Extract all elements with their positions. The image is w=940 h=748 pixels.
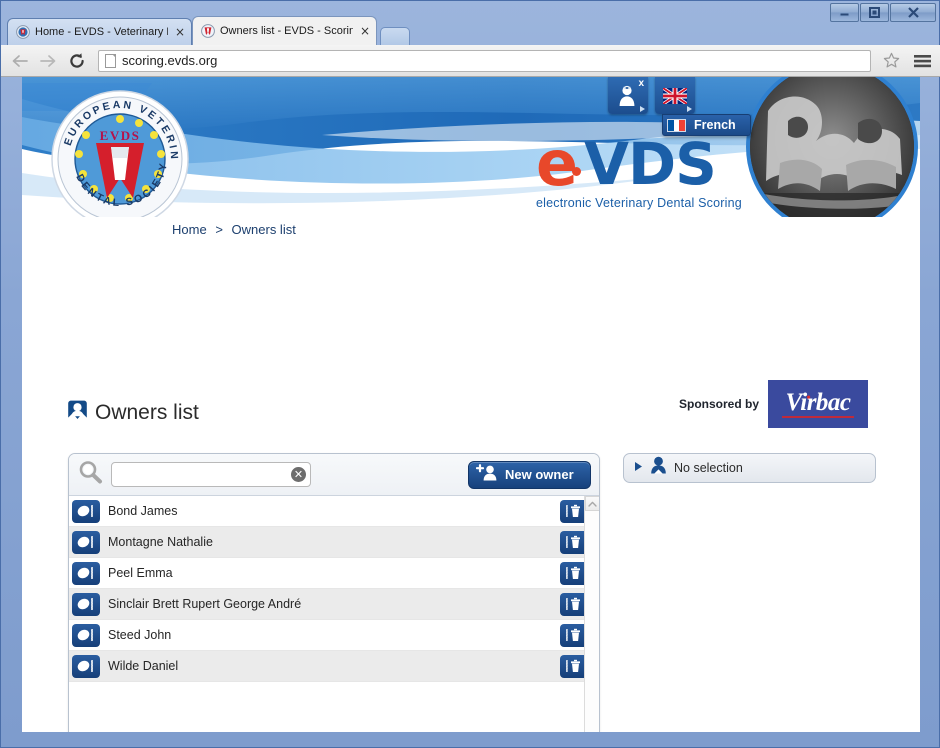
- owner-name: Bond James: [108, 504, 178, 518]
- tab-title: Home - EVDS - Veterinary De: [35, 26, 168, 38]
- owner-name: Peel Emma: [108, 566, 173, 580]
- browser-toolbar: scoring.evds.org: [1, 45, 940, 77]
- reload-icon[interactable]: [67, 51, 87, 71]
- evds-seal-logo: EVDS EUROPEAN VETERINARY DENTAL SOCIETY: [44, 79, 191, 217]
- forward-arrow-icon[interactable]: [38, 51, 58, 71]
- tab-title: Owners list - EVDS - Scoring: [220, 25, 353, 37]
- virbac-accent-dot: •: [806, 390, 811, 404]
- hamburger-menu-icon[interactable]: [911, 50, 933, 72]
- page-document-icon: [105, 53, 116, 68]
- table-row[interactable]: Peel Emma: [69, 558, 599, 589]
- edit-card-icon[interactable]: [72, 623, 100, 647]
- add-person-icon: [475, 464, 498, 485]
- tab-owners-list[interactable]: Owners list - EVDS - Scoring ×: [192, 16, 377, 45]
- owner-person-icon: [66, 399, 89, 427]
- edit-card-icon[interactable]: [72, 561, 100, 585]
- tab-strip: Home - EVDS - Veterinary De × Owners lis…: [7, 16, 410, 45]
- breadcrumb-separator: >: [215, 222, 223, 237]
- list-scrollbar[interactable]: [584, 496, 599, 732]
- search-field-wrapper: ✕: [111, 462, 311, 487]
- edit-card-icon[interactable]: [72, 654, 100, 678]
- close-button[interactable]: [890, 3, 936, 22]
- search-input[interactable]: [111, 462, 311, 487]
- owner-name: Sinclair Brett Rupert George André: [108, 597, 302, 611]
- logout-vet-icon[interactable]: x: [608, 77, 648, 114]
- url-text: scoring.evds.org: [122, 53, 218, 68]
- owners-list-panel: ✕ New owner Bond James Montagne Nathalie…: [68, 453, 600, 732]
- new-owner-button[interactable]: New owner: [468, 460, 591, 489]
- table-row[interactable]: Wilde Daniel: [69, 651, 599, 682]
- caret-icon: [640, 106, 645, 112]
- expand-triangle-icon[interactable]: [634, 459, 643, 477]
- breadcrumb-home-link[interactable]: Home: [172, 222, 207, 237]
- evds-logo-e: e: [536, 127, 578, 200]
- selection-panel[interactable]: No selection: [623, 453, 876, 483]
- evds-logo-vds: VDS: [584, 130, 717, 198]
- page-title: Owners list: [95, 401, 199, 424]
- virbac-wordmark: Virbac •: [785, 389, 851, 416]
- owner-name: Montagne Nathalie: [108, 535, 213, 549]
- tab-close-icon[interactable]: ×: [358, 25, 370, 37]
- tab-home[interactable]: Home - EVDS - Veterinary De ×: [7, 18, 192, 45]
- owner-name: Wilde Daniel: [108, 659, 179, 673]
- sponsor-block: Sponsored by Virbac •: [679, 380, 868, 428]
- browser-window: Home - EVDS - Veterinary De × Owners lis…: [0, 0, 940, 748]
- owner-name: Steed John: [108, 628, 172, 642]
- table-row[interactable]: Steed John: [69, 620, 599, 651]
- evds-tooth-icon: [201, 24, 215, 38]
- edit-card-icon[interactable]: [72, 530, 100, 554]
- minimize-button[interactable]: [830, 3, 859, 22]
- french-flag-icon: [667, 118, 686, 132]
- sponsor-label: Sponsored by: [678, 397, 759, 411]
- address-bar[interactable]: scoring.evds.org: [98, 49, 871, 72]
- person-icon: [650, 456, 667, 480]
- new-tab-button[interactable]: [380, 27, 410, 45]
- virbac-logo: Virbac •: [768, 380, 868, 428]
- virbac-underline: [782, 416, 854, 418]
- caret-icon: [687, 106, 692, 112]
- maximize-button[interactable]: [860, 3, 889, 22]
- title-bar: Home - EVDS - Veterinary De × Owners lis…: [1, 1, 940, 45]
- table-row[interactable]: Bond James: [69, 496, 599, 527]
- page-viewport: EVDS EUROPEAN VETERINARY DENTAL SOCIETY: [22, 77, 920, 732]
- search-magnifier-icon[interactable]: [77, 459, 103, 490]
- evds-logo-dot: [572, 166, 582, 176]
- breadcrumb-current[interactable]: Owners list: [232, 222, 296, 237]
- clear-circle-icon[interactable]: ✕: [290, 466, 307, 483]
- dental-xray-image: [746, 77, 918, 217]
- owners-rows-container: Bond James Montagne Nathalie Peel Emma Sinc…: [69, 496, 599, 732]
- new-owner-label: New owner: [505, 467, 574, 482]
- edit-card-icon[interactable]: [72, 499, 100, 523]
- star-icon[interactable]: [880, 50, 902, 72]
- uk-flag-icon[interactable]: [655, 77, 695, 114]
- site-banner: EVDS EUROPEAN VETERINARY DENTAL SOCIETY: [22, 77, 920, 217]
- selection-label: No selection: [674, 461, 743, 475]
- breadcrumb: Home > Owners list: [172, 222, 296, 237]
- page-header: Owners list: [66, 399, 199, 427]
- edit-card-icon[interactable]: [72, 592, 100, 616]
- window-controls: [830, 3, 936, 22]
- table-row[interactable]: Montagne Nathalie: [69, 527, 599, 558]
- logout-x-mark: x: [638, 78, 644, 89]
- table-row[interactable]: Sinclair Brett Rupert George André: [69, 589, 599, 620]
- evds-wordmark-logo: e VDS electronic Veterinary Dental Scori…: [536, 127, 742, 211]
- language-dropdown-item-french[interactable]: French: [662, 114, 751, 136]
- evds-seal-icon: [16, 25, 30, 39]
- language-label: French: [694, 118, 736, 132]
- search-toolbar: ✕ New owner: [69, 454, 599, 496]
- tab-close-icon[interactable]: ×: [173, 26, 185, 38]
- scroll-up-icon[interactable]: [585, 496, 599, 511]
- evds-tagline: electronic Veterinary Dental Scoring: [536, 196, 742, 210]
- svg-text:EVDS: EVDS: [100, 128, 141, 143]
- banner-action-buttons: x: [608, 77, 695, 114]
- back-arrow-icon[interactable]: [9, 51, 29, 71]
